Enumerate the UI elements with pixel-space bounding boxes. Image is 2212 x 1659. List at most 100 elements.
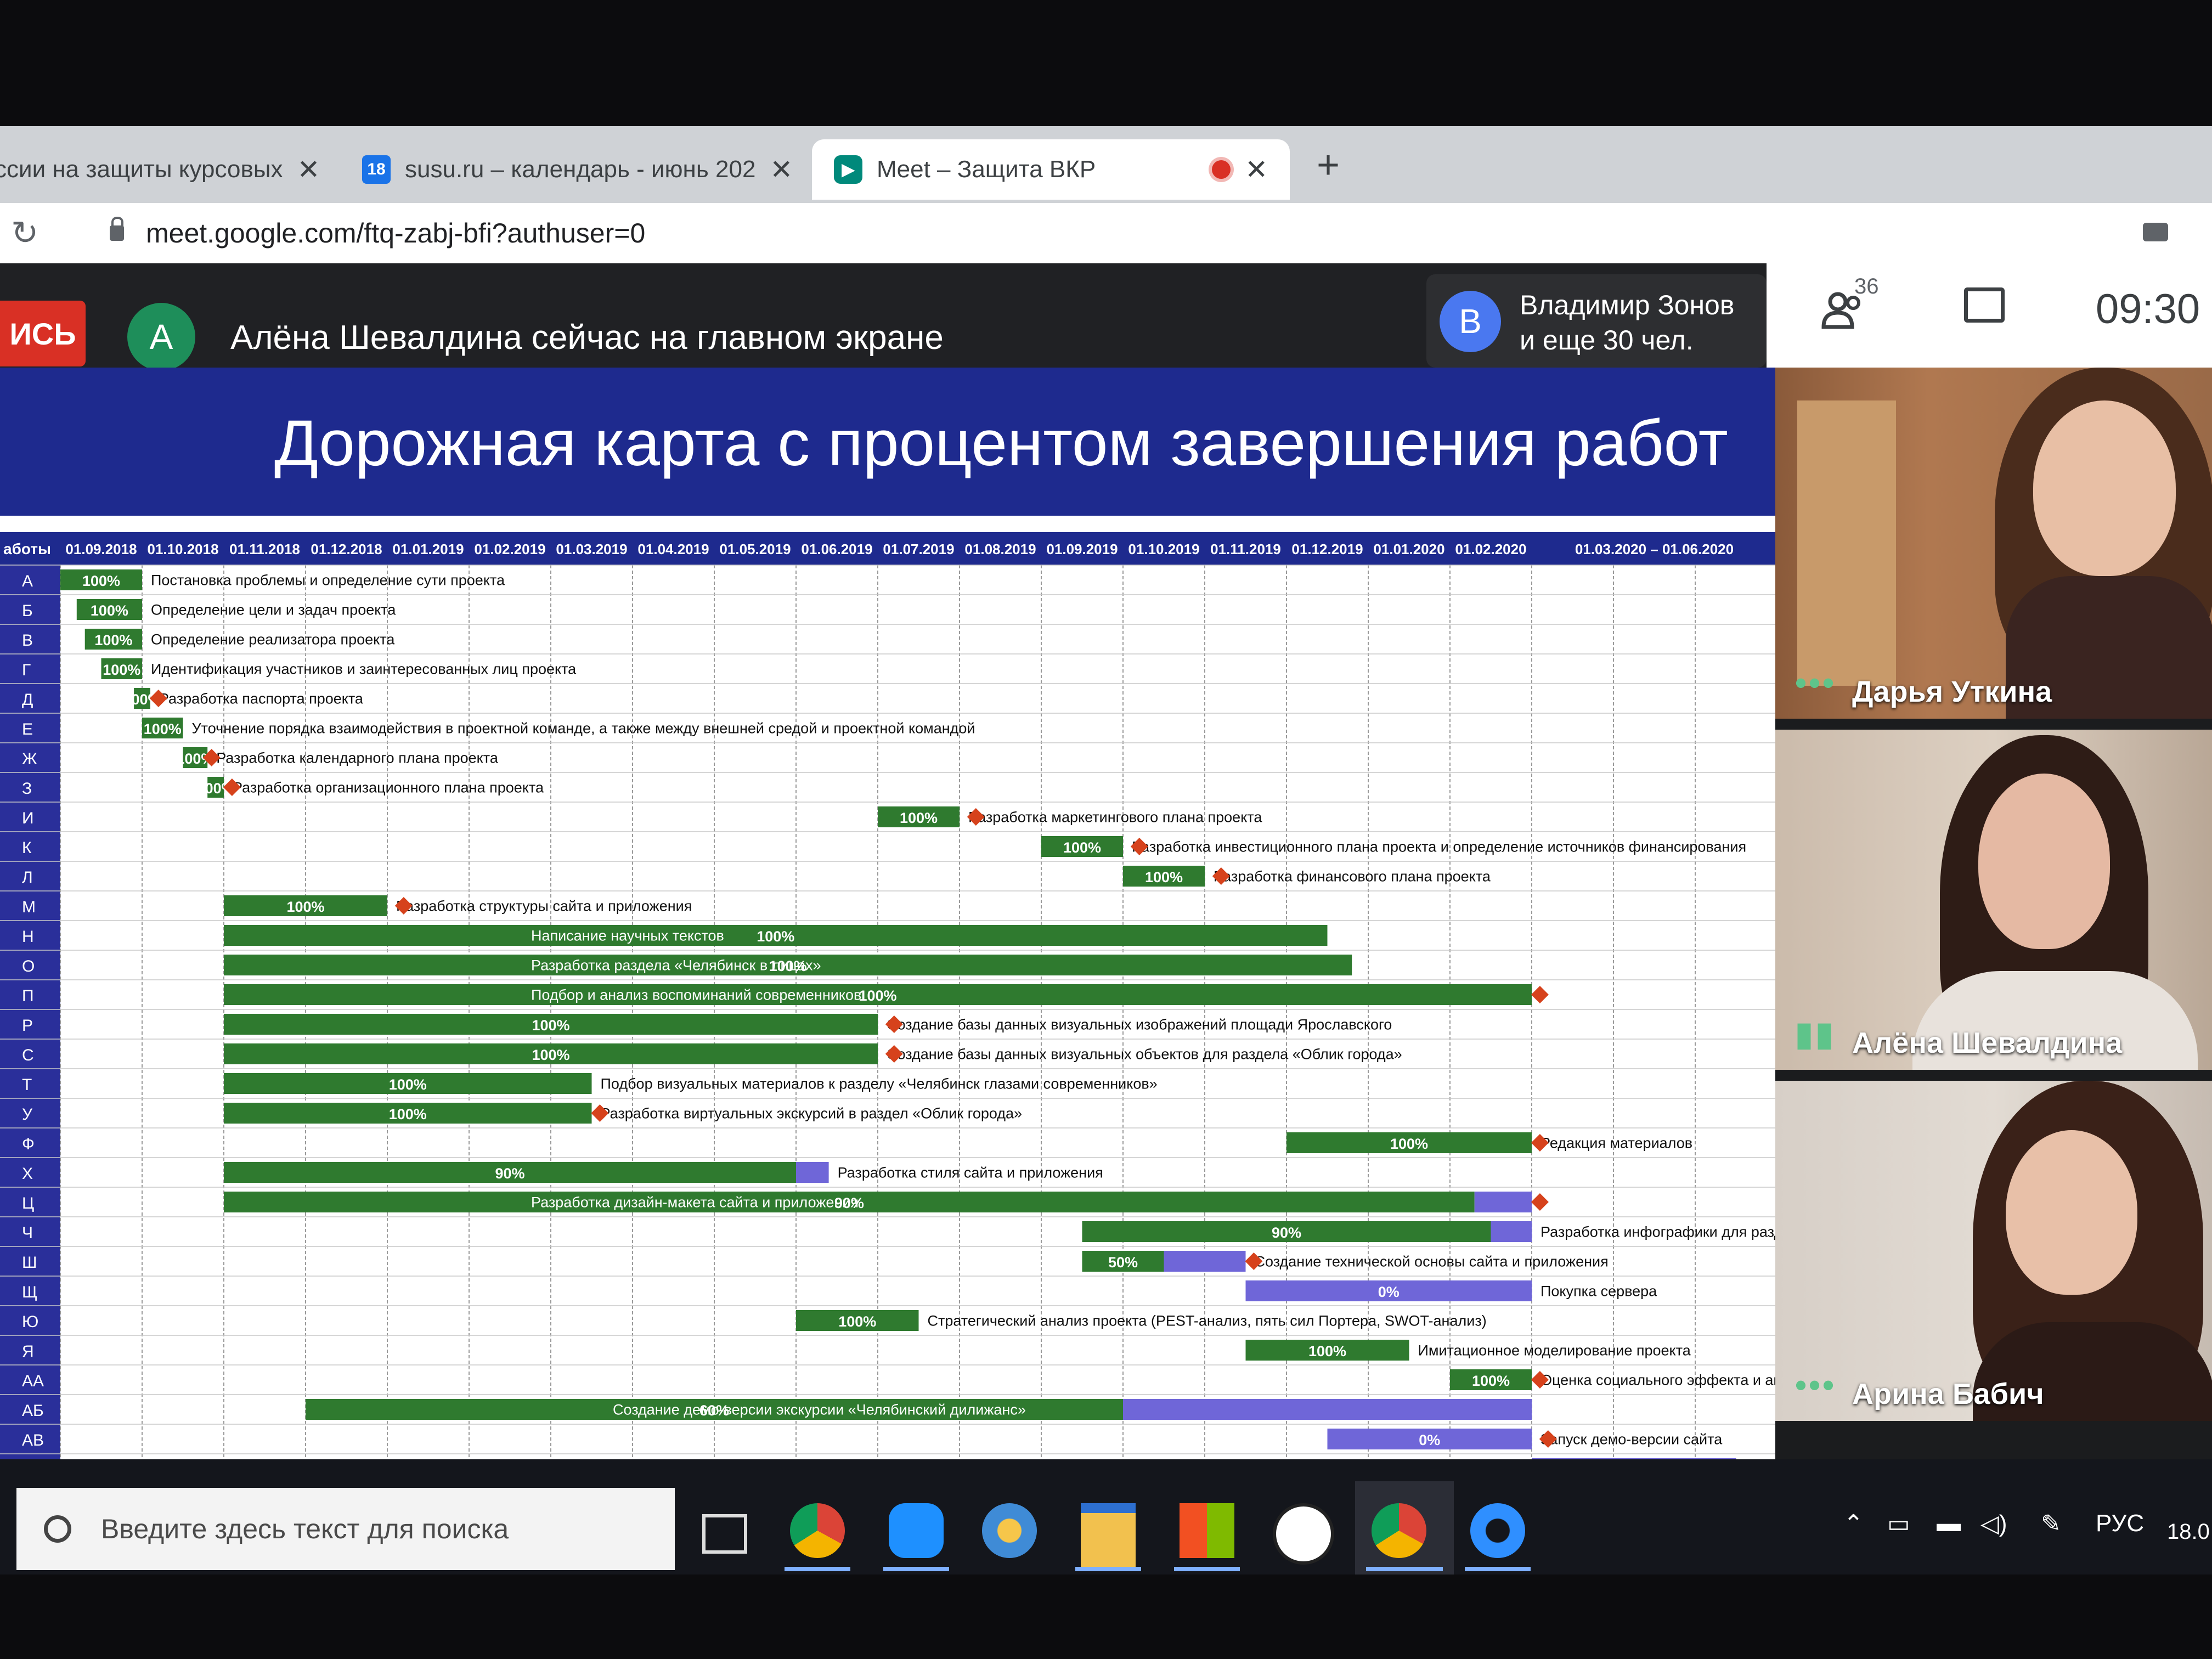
tab-defense-sessions[interactable]: ссии на защиты курсовых ✕: [0, 139, 320, 200]
gantt-percent-label: 100%: [1390, 1136, 1428, 1152]
close-icon[interactable]: ✕: [297, 154, 320, 185]
gantt-row-code: С: [22, 1046, 34, 1064]
gantt-task-label: Подбор визуальных материалов к разделу «…: [601, 1076, 1158, 1092]
viewers-summary[interactable]: В Владимир Зонов и еще 30 чел.: [1426, 274, 1767, 368]
gantt-row-code: Ц: [22, 1194, 34, 1212]
gantt-date-label: 01.01.2019: [392, 541, 464, 557]
gantt-bar-remaining: [1474, 1192, 1532, 1212]
gantt-date-label: 01.10.2019: [1128, 541, 1199, 557]
gantt-date-label: 01.10.2018: [147, 541, 218, 557]
gantt-date-label: 01.04.2019: [637, 541, 709, 557]
gantt-row-code: АВ: [22, 1431, 44, 1449]
store-icon[interactable]: [1180, 1503, 1234, 1558]
active-indicator: [785, 1567, 850, 1571]
gantt-task-label: Разработка инфографики для раздела «Хрон…: [1541, 1224, 1775, 1240]
more-icon[interactable]: •••: [1795, 664, 1836, 702]
gantt-task-label: Стратегический анализ проекта (PEST-анал…: [928, 1313, 1487, 1329]
tab-meet[interactable]: ▶ Meet – Защита ВКР ✕: [812, 139, 1290, 200]
chat-icon[interactable]: [1964, 287, 2005, 323]
recording-button[interactable]: ИСЬ: [0, 301, 86, 366]
gantt-task-label: Постановка проблемы и определение сути п…: [151, 572, 505, 589]
gantt-bar-remaining: [796, 1162, 829, 1183]
gantt-percent-label: 50%: [1108, 1254, 1138, 1271]
windows-taskbar: Введите здесь текст для поиска ⌃ ▭ ▬ ◁) …: [0, 1459, 2212, 1575]
gantt-date-label: 01.06.2019: [801, 541, 872, 557]
gantt-percent-label: 100%: [1472, 1373, 1510, 1389]
chevron-up-icon[interactable]: ⌃: [1843, 1510, 1864, 1538]
slide-title: Дорожная карта с процентом завершения ра…: [274, 407, 1728, 479]
gantt-row-code: Т: [22, 1076, 32, 1094]
gantt-bar-remaining: [1123, 1399, 1532, 1420]
participant-name: Дарья Уткина: [1852, 675, 2052, 708]
participant-tile-3[interactable]: ••• Арина Бабич: [1775, 1081, 2212, 1421]
gantt-task-label: Редакция материалов: [1541, 1135, 1692, 1152]
gantt-percent-label: 100%: [769, 958, 807, 974]
volume-icon[interactable]: ◁): [1980, 1510, 2007, 1538]
participant-name: Алёна Шевалдина: [1852, 1026, 2123, 1059]
gantt-row-code: А: [22, 572, 33, 590]
new-tab-icon[interactable]: +: [1317, 143, 1340, 188]
gantt-header-label: аботы: [3, 540, 51, 557]
more-icon[interactable]: •••: [1795, 1366, 1836, 1404]
browser-tab-strip: ссии на защиты курсовых ✕ 18 susu.ru – к…: [0, 126, 2212, 203]
gantt-bar-remaining: [1491, 1221, 1532, 1242]
active-indicator: [1465, 1567, 1531, 1571]
gantt-percent-label: 100%: [91, 602, 128, 619]
meet-toolbar: 36 09:30: [1767, 252, 2212, 368]
chrome-icon[interactable]: [790, 1503, 845, 1558]
url-text[interactable]: meet.google.com/ftq-zabj-bfi?authuser=0: [146, 217, 645, 249]
participant-tile-1[interactable]: ••• Дарья Уткина: [1775, 368, 2212, 719]
close-icon[interactable]: ✕: [1245, 154, 1268, 185]
gantt-percent-label: 100%: [94, 632, 132, 648]
gantt-task-label: Покупка сервера: [1541, 1283, 1657, 1300]
gantt-row-code: Ф: [22, 1135, 35, 1153]
app-icon[interactable]: [1273, 1503, 1334, 1565]
gantt-row-code: Г: [22, 661, 31, 679]
gantt-task-label: Разработка структуры сайта и приложения: [396, 898, 692, 915]
edge-icon[interactable]: [889, 1503, 944, 1558]
gantt-task-label: Разработка маркетингового плана проекта: [968, 809, 1262, 826]
gantt-task-label: Создание базы данных визуальных объектов…: [887, 1046, 1402, 1063]
gantt-date-label: 01.09.2019: [1046, 541, 1118, 557]
search-placeholder[interactable]: Введите здесь текст для поиска: [101, 1513, 509, 1545]
browser-icon[interactable]: [982, 1503, 1037, 1558]
presenter-status: Алёна Шевалдина сейчас на главном экране: [230, 319, 944, 357]
gantt-task-label: Определение реализатора проекта: [151, 631, 395, 648]
gantt-row-code: Х: [22, 1165, 33, 1183]
gantt-date-label: 01.12.2019: [1291, 541, 1363, 557]
gantt-date-label: 01.09.2018: [65, 541, 137, 557]
app-swirl-icon[interactable]: [1470, 1503, 1525, 1558]
gantt-percent-label: 100%: [900, 810, 938, 826]
gantt-task-label: Идентификация участников и заинтересован…: [151, 661, 577, 678]
lock-icon[interactable]: [110, 217, 124, 241]
tab-susu-calendar[interactable]: 18 susu.ru – календарь - июнь 202 ✕: [362, 139, 793, 200]
gantt-percent-label: 100%: [389, 1106, 427, 1122]
gantt-chart: аботы 01.09.2018 01.10.2018 01.11.2018 01.12…: [0, 532, 1775, 1514]
gantt-task-label: Создание технической основы сайта и прил…: [1255, 1254, 1609, 1270]
participant-tile-2[interactable]: ▮▮ Алёна Шевалдина: [1775, 730, 2212, 1070]
network-icon[interactable]: ▭: [1887, 1510, 1910, 1538]
presenter-avatar: А: [127, 303, 195, 371]
gantt-date-label: 01.07.2019: [883, 541, 954, 557]
language-indicator[interactable]: РУС: [2096, 1510, 2144, 1537]
gantt-date-label: 01.01.2020: [1373, 541, 1444, 557]
camera-icon[interactable]: [2143, 223, 2168, 241]
gantt-percent-label: 100%: [757, 928, 794, 945]
gantt-row-code: О: [22, 957, 35, 975]
gantt-task-label: Разработка стиля сайта и приложения: [838, 1165, 1103, 1181]
gantt-task-label: Имитационное моделирование проекта: [1418, 1342, 1691, 1359]
reload-icon[interactable]: ↻: [11, 214, 44, 252]
gantt-date-label: 01.12.2018: [311, 541, 382, 557]
active-indicator: [1174, 1567, 1240, 1571]
gantt-task-label: Уточнение порядка взаимодействия в проек…: [192, 720, 975, 737]
close-icon[interactable]: ✕: [770, 154, 793, 185]
pen-icon[interactable]: ✎: [2041, 1510, 2061, 1538]
folder-icon[interactable]: [1081, 1503, 1136, 1568]
battery-icon[interactable]: ▬: [1937, 1510, 1961, 1537]
chrome-profile-icon[interactable]: [1372, 1503, 1426, 1558]
gantt-percent-label: 0%: [1419, 1432, 1440, 1448]
taskbar-search[interactable]: Введите здесь текст для поиска: [16, 1488, 675, 1570]
task-view-icon[interactable]: [702, 1514, 747, 1554]
gantt-date-label: 01.05.2019: [719, 541, 791, 557]
gantt-row-code: Н: [22, 928, 34, 946]
